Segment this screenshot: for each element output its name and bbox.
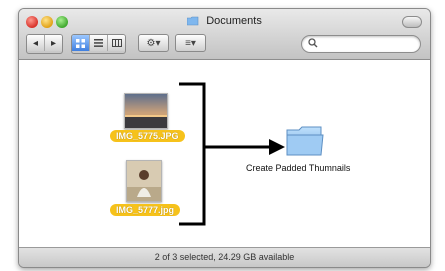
list-icon — [94, 39, 103, 47]
folder-icon — [187, 16, 199, 26]
view-mode-control[interactable] — [71, 34, 126, 54]
toolbar-toggle-button[interactable] — [402, 16, 422, 28]
columns-icon — [111, 39, 122, 47]
workflow-arrow-graphic — [179, 82, 285, 226]
icon-view-button[interactable] — [72, 35, 90, 51]
window-title: Documents — [19, 15, 430, 27]
file-label-img-5777[interactable]: IMG_5777.jpg — [110, 204, 181, 216]
grid-icon — [76, 38, 85, 48]
arrange-menu-button[interactable]: ≡▾ — [175, 34, 206, 52]
search-icon — [308, 38, 318, 48]
search-field[interactable] — [301, 35, 421, 53]
forward-button[interactable]: ▸ — [45, 35, 62, 51]
window-title-text: Documents — [206, 15, 262, 27]
file-label-img-5775[interactable]: IMG_5775.JPG — [110, 130, 185, 142]
portrait-photo-icon — [127, 161, 161, 201]
status-text: 2 of 3 selected, 24.29 GB available — [154, 252, 295, 262]
file-browser-content[interactable]: IMG_5775.JPG IMG_5777.jpg Create Padded … — [19, 60, 430, 248]
file-thumbnail-img-5777[interactable] — [126, 160, 162, 202]
folder-icon[interactable] — [285, 124, 325, 158]
arrange-icon: ≡▾ — [185, 37, 196, 49]
gear-icon: ⚙▾ — [146, 37, 161, 49]
folder-label-create-padded-thumnails[interactable]: Create Padded Thumnails — [246, 163, 350, 173]
title-bar: Documents ◂ ▸ ⚙▾ ≡▾ — [19, 9, 430, 60]
action-menu-button[interactable]: ⚙▾ — [138, 34, 169, 52]
finder-window: Documents ◂ ▸ ⚙▾ ≡▾ IMG_5775.JPG IMG_577… — [18, 8, 431, 268]
file-thumbnail-img-5775[interactable] — [124, 93, 168, 129]
back-button[interactable]: ◂ — [27, 35, 45, 51]
landscape-photo-icon — [125, 94, 167, 128]
list-view-button[interactable] — [90, 35, 108, 51]
column-view-button[interactable] — [108, 35, 125, 51]
back-forward-buttons[interactable]: ◂ ▸ — [26, 34, 63, 54]
status-bar: 2 of 3 selected, 24.29 GB available — [19, 247, 430, 267]
